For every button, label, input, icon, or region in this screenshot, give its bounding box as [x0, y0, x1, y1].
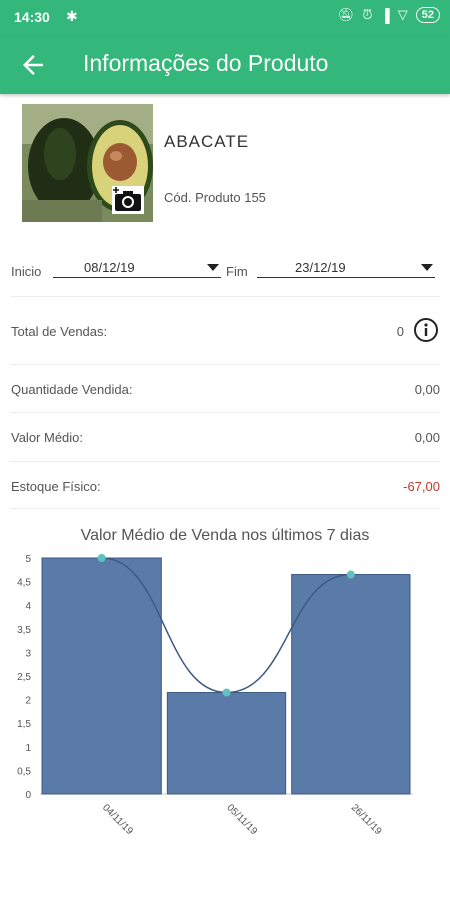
- divider: [10, 364, 440, 365]
- divider: [10, 412, 440, 413]
- chart-svg: Valor Médio de Venda nos últimos 7 dias …: [17, 527, 413, 837]
- divider: [10, 296, 440, 297]
- back-arrow-icon[interactable]: [18, 50, 48, 80]
- estoque-fisico-label: Estoque Físico:: [11, 479, 101, 494]
- x-tick-label: 04/11/19: [100, 802, 135, 837]
- app-bar: Informações do Produto: [0, 36, 450, 94]
- total-vendas-value: 0: [396, 324, 404, 339]
- x-tick-label: 26/11/19: [349, 802, 384, 837]
- start-date-value: 08/12/19: [84, 260, 135, 275]
- trend-point: [97, 554, 106, 562]
- y-tick-label: 3,5: [17, 625, 31, 636]
- estoque-fisico-value: -67,00: [403, 479, 440, 494]
- signal-icon: ▐: [380, 7, 390, 23]
- y-tick-label: 4: [25, 601, 31, 612]
- trend-point: [222, 688, 231, 697]
- page-title: Informações do Produto: [83, 50, 329, 76]
- y-tick-label: 3: [25, 648, 31, 659]
- camera-icon[interactable]: [112, 186, 144, 214]
- y-tick-label: 0,5: [17, 766, 31, 777]
- chevron-down-icon: [421, 264, 433, 271]
- trend-point: [346, 570, 355, 579]
- y-tick-label: 4,5: [17, 578, 31, 589]
- valor-medio-value: 0,00: [414, 430, 440, 445]
- y-tick-label: 2,5: [17, 672, 31, 683]
- sales-chart: Valor Médio de Venda nos últimos 7 dias …: [0, 518, 450, 858]
- quantidade-vendida-value: 0,00: [414, 382, 440, 397]
- chart-bar: [291, 574, 411, 795]
- y-tick-label: 5: [25, 554, 31, 565]
- status-bar: 14:30 ✱ 🔕︎ ⏰︎ ▐ ▽ 52: [0, 0, 450, 36]
- start-date-picker[interactable]: 08/12/19: [53, 256, 221, 278]
- quantidade-vendida-label: Quantidade Vendida:: [11, 382, 133, 397]
- total-vendas-label: Total de Vendas:: [11, 324, 108, 339]
- chart-bar: [166, 692, 287, 795]
- chart-title: Valor Médio de Venda nos últimos 7 dias: [81, 527, 370, 544]
- bluetooth-icon: ✱: [66, 8, 78, 24]
- status-time: 14:30: [14, 9, 50, 25]
- start-date-label: Inicio: [11, 264, 42, 279]
- battery-icon: 52: [415, 7, 440, 23]
- chart-bar: [41, 557, 162, 795]
- mute-icon: 🔕︎: [337, 7, 355, 22]
- end-date-label: Fim: [226, 264, 248, 279]
- divider: [10, 508, 440, 509]
- y-tick-label: 0: [25, 790, 31, 801]
- product-code: Cód. Produto 155: [164, 190, 266, 205]
- status-icons: 🔕︎ ⏰︎ ▐ ▽ 52: [338, 7, 440, 23]
- info-icon[interactable]: [413, 317, 439, 343]
- wifi-icon: ▽: [397, 7, 408, 22]
- y-tick-label: 2: [25, 696, 31, 707]
- divider: [10, 461, 440, 462]
- y-tick-label: 1,5: [17, 719, 31, 730]
- valor-medio-label: Valor Médio:: [11, 430, 84, 445]
- product-name: ABACATE: [164, 132, 250, 151]
- y-tick-label: 1: [25, 743, 31, 754]
- end-date-picker[interactable]: 23/12/19: [257, 256, 435, 278]
- end-date-value: 23/12/19: [295, 260, 346, 275]
- chevron-down-icon: [207, 264, 219, 271]
- alarm-icon: ⏰︎: [362, 7, 373, 22]
- x-tick-label: 05/11/19: [224, 802, 259, 837]
